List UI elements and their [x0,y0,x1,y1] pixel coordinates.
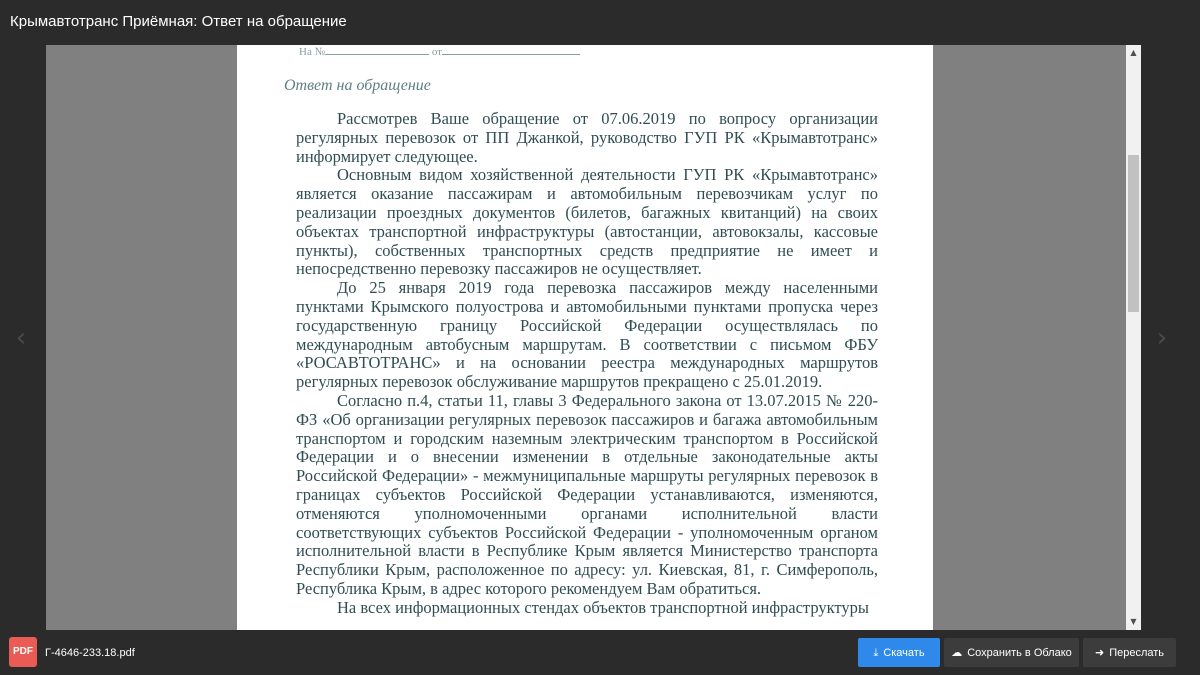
document-paragraph: На всех информационных стендах объектов … [337,597,869,617]
forward-arrow-icon: ➜ [1094,646,1105,659]
document-paragraph: Основным видом хозяйственной деятельност… [296,165,878,279]
reference-date-blank [442,45,580,55]
scroll-up-arrow-icon[interactable]: ▲ [1126,45,1141,61]
save-to-cloud-button-label: Сохранить в Облако [967,647,1072,659]
document-paragraph: Рассмотрев Ваше обращение от 07.06.2019 … [296,109,878,166]
document-paragraph: До 25 января 2019 года перевозка пассажи… [296,278,878,392]
reference-number-blank [325,45,430,55]
download-button[interactable]: ⤓ Скачать [858,638,940,667]
reference-line: На № от [299,45,580,58]
forward-button-label: Переслать [1109,647,1165,659]
document-paragraph: Согласно п.4, статьи 11, главы 3 Федерал… [296,390,878,598]
download-icon: ⤓ [873,646,879,659]
bottom-toolbar: PDF Г-4646-233.18.pdf ⤓ Скачать ☁ Сохранит… [0,630,1200,675]
reference-number-label: На № [299,46,326,58]
title-bar: Крымавтотранс Приёмная: Ответ на обращен… [0,0,1200,45]
document-heading: Ответ на обращение [284,77,431,94]
save-to-cloud-button[interactable]: ☁ Сохранить в Облако [944,638,1079,667]
download-button-label: Скачать [883,647,925,659]
pdf-viewer[interactable]: На № от Ответ на обращение Рассмотрев Ва… [46,45,1141,630]
document-body: Рассмотрев Ваше обращение от 07.06.2019 … [296,109,878,618]
pdf-file-icon: PDF [9,637,37,667]
file-name: Г-4646-233.18.pdf [45,647,135,659]
chevron-right-icon[interactable]: › [1150,322,1174,354]
window-title: Крымавтотранс Приёмная: Ответ на обращен… [10,13,347,30]
document-page: На № от Ответ на обращение Рассмотрев Ва… [237,45,933,630]
scroll-down-arrow-icon[interactable]: ▼ [1126,614,1141,630]
reference-date-label: от [431,46,442,58]
cloud-upload-icon: ☁ [951,646,963,659]
forward-button[interactable]: ➜ Переслать [1083,638,1176,667]
chevron-left-icon[interactable]: ‹ [9,322,33,354]
vertical-scrollbar[interactable]: ▲ ▼ [1126,45,1141,630]
scrollbar-thumb[interactable] [1128,155,1139,312]
